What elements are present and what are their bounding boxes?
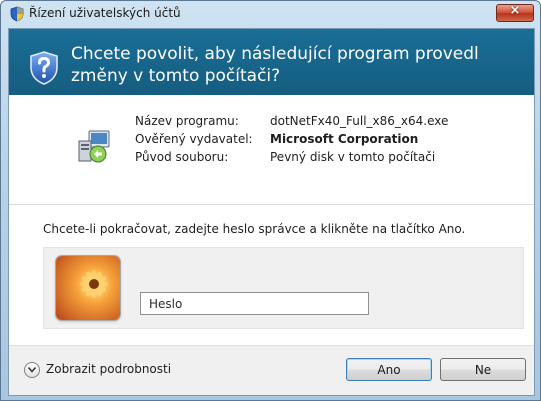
uac-dialog-window: Řízení uživatelských účtů × Chcete povol… (0, 0, 541, 401)
uac-shield-question-icon (30, 51, 58, 85)
detail-value: Microsoft Corporation (270, 132, 419, 146)
close-button[interactable]: × (496, 3, 534, 22)
no-button[interactable]: Ne (440, 358, 526, 381)
window-title: Řízení uživatelských účtů (29, 6, 181, 20)
program-installer-icon (78, 130, 110, 163)
detail-value: Pevný disk v tomto počítači (270, 150, 436, 164)
title-bar[interactable]: Řízení uživatelských účtů × (1, 1, 540, 27)
credential-tile (43, 247, 524, 329)
uac-shield-small-icon (10, 6, 24, 22)
dialog-content: Chcete povolit, aby následující program … (8, 28, 535, 396)
dialog-footer: Zobrazit podrobnosti Ano Ne (9, 345, 534, 395)
detail-label: Název programu: (135, 114, 239, 128)
yes-button[interactable]: Ano (346, 358, 432, 381)
program-details: Název programu: dotNetFx40_Full_x86_x64.… (9, 95, 534, 205)
detail-label: Ověřený vydavatel: (135, 132, 253, 146)
question-banner: Chcete povolit, aby následující program … (9, 29, 534, 95)
banner-question-text: Chcete povolit, aby následující program … (71, 44, 479, 86)
chevron-down-icon[interactable] (24, 362, 40, 378)
show-details-label[interactable]: Zobrazit podrobnosti (46, 362, 171, 376)
instruction-text: Chcete-li pokračovat, zadejte heslo sprá… (43, 222, 466, 236)
user-picture-flower-icon (56, 256, 120, 320)
avatar (56, 256, 120, 320)
detail-label: Původ souboru: (135, 150, 229, 164)
close-icon: × (509, 3, 521, 18)
detail-value: dotNetFx40_Full_x86_x64.exe (270, 114, 449, 128)
password-input[interactable] (140, 292, 369, 315)
